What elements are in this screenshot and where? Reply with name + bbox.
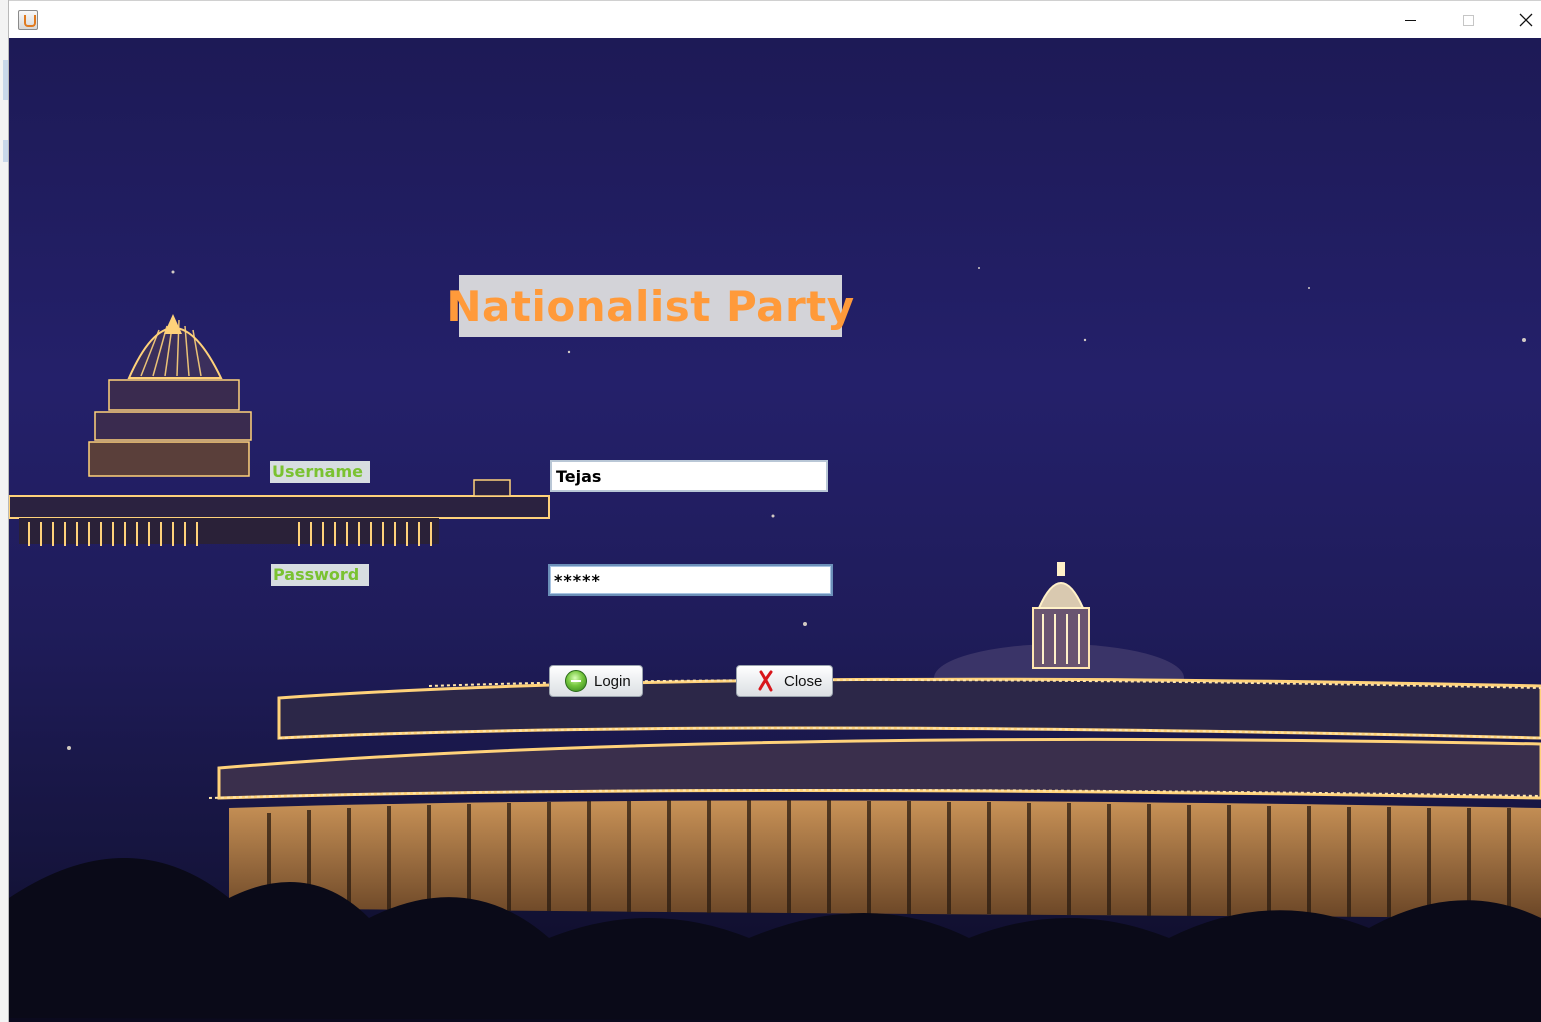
background-night-photo: Nationalist Party Username Password Logi… <box>9 38 1541 1022</box>
window-close-button[interactable] <box>1497 1 1541 39</box>
username-label: Username <box>270 461 370 483</box>
login-button[interactable]: Login <box>549 665 643 697</box>
desktop-edge-marker <box>3 140 8 162</box>
login-window: Nationalist Party Username Password Logi… <box>9 0 1541 1022</box>
login-icon <box>565 670 587 692</box>
password-label: Password <box>271 564 369 586</box>
parliament-illustration <box>9 267 1541 1022</box>
minimize-button[interactable] <box>1381 1 1439 39</box>
title-bar[interactable] <box>9 0 1541 38</box>
password-input[interactable] <box>548 564 833 596</box>
close-icon <box>1519 13 1533 27</box>
left-palace <box>9 314 550 546</box>
username-input[interactable] <box>550 460 828 492</box>
login-button-label: Login <box>594 672 631 690</box>
java-app-icon[interactable] <box>18 10 38 30</box>
close-button-label: Close <box>784 672 823 690</box>
desktop-background-edge <box>0 0 9 1022</box>
minimize-icon <box>1404 19 1416 21</box>
red-x-icon <box>758 670 773 692</box>
desktop-edge-marker <box>3 60 8 100</box>
maximize-button[interactable] <box>1439 1 1497 39</box>
app-title-banner: Nationalist Party <box>446 275 854 337</box>
maximize-icon <box>1462 14 1474 26</box>
close-button[interactable]: Close <box>736 665 833 697</box>
parliament-building <box>208 562 1541 918</box>
app-title: Nationalist Party <box>446 281 855 331</box>
